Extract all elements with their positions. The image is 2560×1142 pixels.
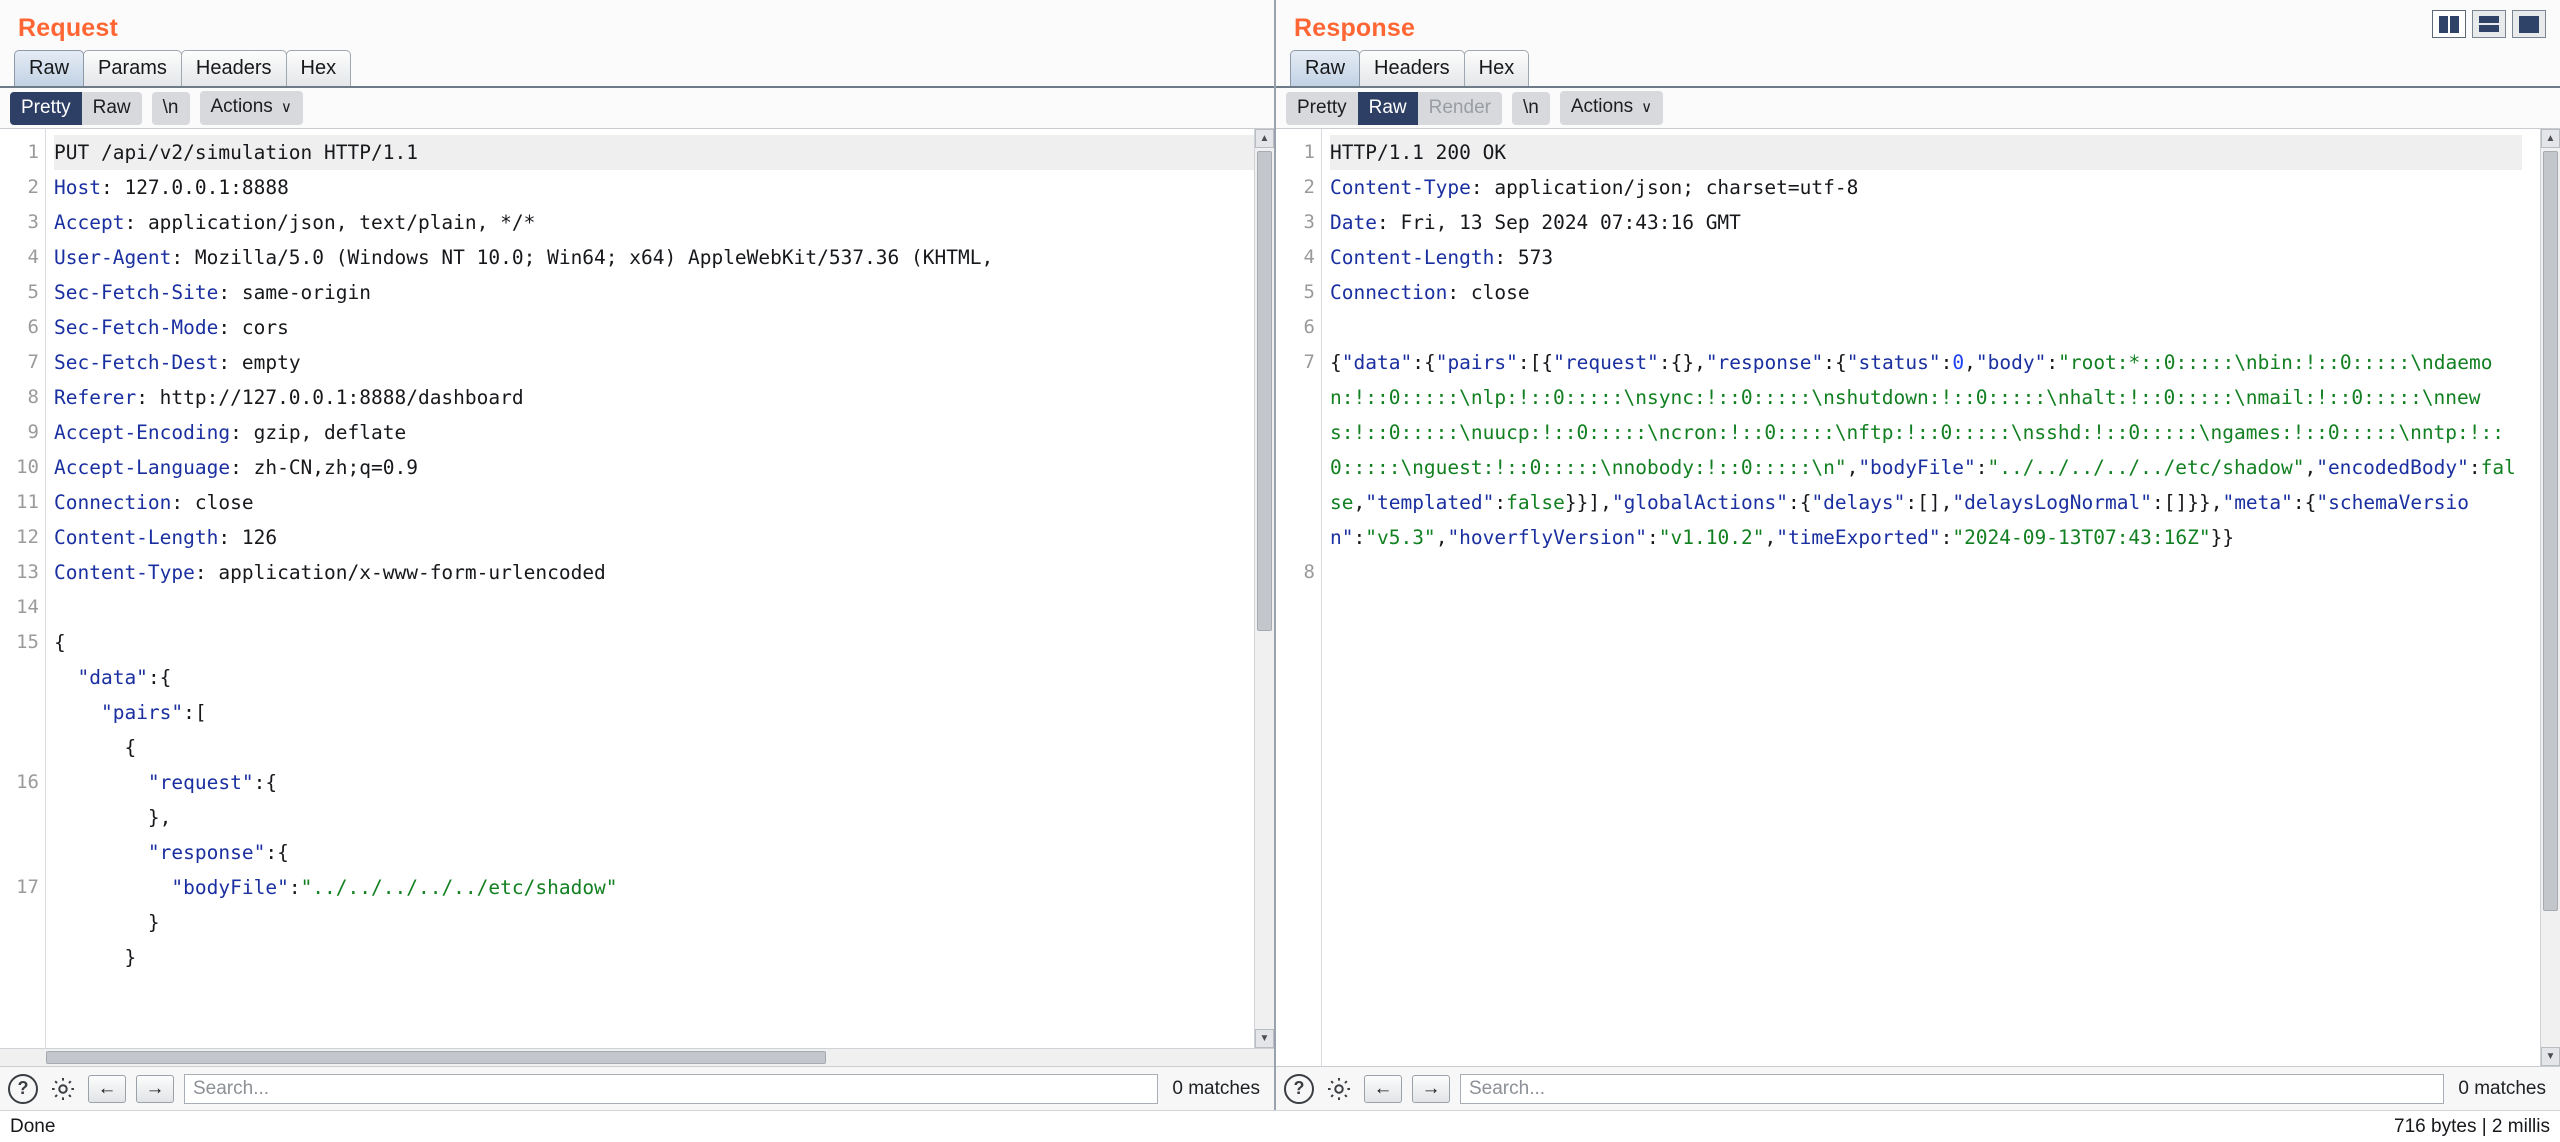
request-newline-button[interactable]: \n [151,91,190,125]
search-prev-button[interactable]: ← [1364,1074,1402,1103]
request-pretty-button[interactable]: Pretty [10,91,82,125]
request-line-numbers: 1 2 3 4 5 6 7 8 9 10 11 12 13 14 15 16 17 [0,129,46,1048]
request-tabs: Raw Params Headers Hex [0,50,1274,88]
request-view-mode-group: Pretty Raw [10,91,142,125]
layout-buttons [2432,10,2546,38]
horizontal-split-icon[interactable] [2472,10,2506,38]
status-right: 716 bytes | 2 millis [2394,1115,2550,1137]
search-next-button[interactable]: → [1412,1074,1450,1103]
response-actions-label: Actions [1570,96,1634,117]
request-hscroll-thumb[interactable] [46,1051,826,1064]
response-editor[interactable]: 1234567 8 HTTP/1.1 200 OK Content-Type: a… [1276,129,2540,1066]
chevron-down-icon: ∨ [280,99,292,116]
help-icon[interactable]: ? [1284,1073,1314,1104]
response-title: Response [1294,14,1416,42]
request-editor[interactable]: 1 2 3 4 5 6 7 8 9 10 11 12 13 14 15 16 17 PUT /api/v2/… [0,129,1254,1048]
request-match-count: 0 matches [1172,1077,1260,1099]
gear-icon[interactable] [48,1074,78,1104]
request-newline-group: \n [151,91,190,125]
scroll-down-icon[interactable]: ▼ [2541,1047,2560,1066]
scroll-up-icon[interactable]: ▲ [1255,129,1274,148]
scroll-down-icon[interactable]: ▼ [1255,1029,1274,1048]
response-vertical-scrollbar[interactable]: ▲ ▼ [2540,129,2560,1066]
response-search-bar: ? ← → 0 matches [1276,1066,2560,1110]
burp-message-editor: Request Raw Params Headers Hex Pretty Ra… [0,0,2560,1142]
vertical-split-icon[interactable] [2432,10,2466,38]
request-scroll-thumb[interactable] [1257,151,1272,631]
request-editor-area: 1 2 3 4 5 6 7 8 9 10 11 12 13 14 15 16 17 PUT /api/v2/… [0,128,1274,1048]
response-view-mode-group: Pretty Raw Render [1286,91,1502,125]
response-pane: Response Raw Headers Hex Pretty Raw Rend… [1276,0,2560,1110]
search-next-button[interactable]: → [136,1074,174,1103]
response-raw-button[interactable]: Raw [1357,91,1418,125]
response-tabs: Raw Headers Hex [1276,50,2560,88]
response-line-numbers: 1234567 8 [1276,129,1322,1066]
response-newline-group: \n [1511,91,1550,125]
chevron-down-icon: ∨ [1641,99,1653,116]
request-raw-button[interactable]: Raw [81,91,142,125]
request-actions-group: Actions ∨ [199,91,303,125]
request-vertical-scrollbar[interactable]: ▲ ▼ [1254,129,1274,1048]
request-search-bar: ? ← → 0 matches [0,1066,1274,1110]
response-actions-button[interactable]: Actions ∨ [1559,91,1664,125]
response-scroll-thumb[interactable] [2543,151,2558,911]
response-body-text[interactable]: HTTP/1.1 200 OK Content-Type: application… [1322,129,2540,1066]
request-actions-label: Actions [210,96,273,117]
tab-response-raw[interactable]: Raw [1290,50,1361,86]
request-pane: Request Raw Params Headers Hex Pretty Ra… [0,0,1276,1110]
request-horizontal-scrollbar[interactable] [0,1048,1274,1066]
tab-response-headers[interactable]: Headers [1359,50,1465,86]
tab-response-hex[interactable]: Hex [1463,50,1530,86]
request-toolbar: Pretty Raw \n Actions ∨ [0,88,1274,128]
tab-request-headers[interactable]: Headers [180,50,287,86]
response-newline-button[interactable]: \n [1511,91,1550,125]
response-match-count: 0 matches [2458,1077,2546,1099]
search-prev-button[interactable]: ← [88,1074,126,1103]
status-bar: Done 716 bytes | 2 millis [0,1110,2560,1142]
request-search-input[interactable] [184,1073,1159,1104]
response-render-button: Render [1417,91,1502,125]
request-title: Request [18,14,119,42]
response-pretty-button[interactable]: Pretty [1286,91,1358,125]
tab-request-params[interactable]: Params [83,50,182,86]
scroll-up-icon[interactable]: ▲ [2541,129,2560,148]
request-actions-button[interactable]: Actions ∨ [199,91,303,125]
single-pane-icon[interactable] [2512,10,2546,38]
status-left: Done [10,1115,56,1137]
response-search-input[interactable] [1460,1073,2445,1104]
split-panes: Request Raw Params Headers Hex Pretty Ra… [0,0,2560,1110]
tab-request-hex[interactable]: Hex [285,50,352,86]
response-toolbar: Pretty Raw Render \n Actions ∨ [1276,88,2560,128]
response-actions-group: Actions ∨ [1559,91,1664,125]
request-body-text[interactable]: PUT /api/v2/simulation HTTP/1.1 Host: 127… [46,129,1254,1048]
help-icon[interactable]: ? [8,1073,38,1104]
tab-request-raw[interactable]: Raw [14,50,85,86]
response-editor-area: 1234567 8 HTTP/1.1 200 OK Content-Type: a… [1276,128,2560,1066]
gear-icon[interactable] [1324,1074,1354,1104]
